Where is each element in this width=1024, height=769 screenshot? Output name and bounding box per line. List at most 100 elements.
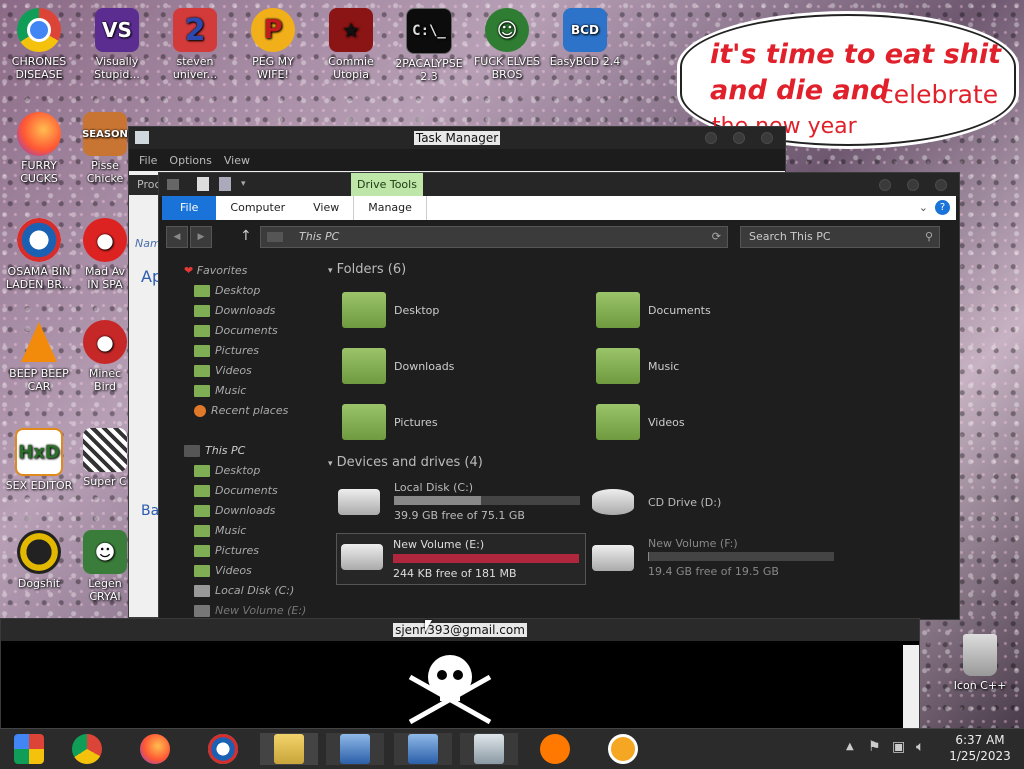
search-input[interactable]: Search This PC ⚲	[740, 226, 940, 248]
taskbar-avast[interactable]	[526, 733, 584, 765]
nav-fav-pictures[interactable]: Pictures	[194, 344, 259, 357]
nav-fav-recent[interactable]: Recent places	[194, 404, 288, 417]
nav-pc-desktop[interactable]: Desktop	[194, 464, 260, 477]
nav-favorites[interactable]: ❤ Favorites	[184, 264, 247, 277]
close-button[interactable]	[761, 132, 773, 144]
nav-pc-pictures[interactable]: Pictures	[194, 544, 259, 557]
desktop-icon-2pacalypse[interactable]: C:\_ 2PACALYPSE 2.3	[392, 8, 466, 83]
folder-pictures[interactable]: Pictures	[342, 404, 438, 440]
back-button[interactable]: ◀	[166, 226, 188, 248]
menu-view[interactable]: View	[220, 154, 254, 167]
desktop-icon-minecraft-bird[interactable]: ● Minec Bird	[80, 320, 130, 393]
taskbar-obama[interactable]	[194, 733, 252, 765]
tab-computer[interactable]: Computer	[216, 196, 299, 220]
desktop-icon-commie[interactable]: ★ Commie Utopia	[314, 8, 388, 81]
folders-section-header[interactable]: ▾ Folders (6)	[328, 262, 406, 277]
desktop-icon-vlc[interactable]: BEEP BEEP CAR	[2, 320, 76, 393]
drive-f[interactable]: New Volume (F:) 19.4 GB free of 19.5 GB	[592, 537, 838, 581]
desktop-icon-firefox[interactable]: FURRY CUCKS	[2, 112, 76, 185]
new-folder-icon[interactable]	[219, 177, 231, 191]
close-button[interactable]	[935, 179, 947, 191]
volume-icon[interactable]: 🔈︎	[916, 739, 924, 755]
desktop-icon-chrome[interactable]: CHRONES DISEASE	[2, 8, 76, 81]
nav-fav-desktop[interactable]: Desktop	[194, 284, 260, 297]
desktop-icon-obama[interactable]: OSAMA BIN LADEN BR...	[2, 218, 76, 291]
minimize-button[interactable]	[879, 179, 891, 191]
folder-videos[interactable]: Videos	[596, 404, 685, 440]
nav-pc-local-disk[interactable]: Local Disk (C:)	[194, 584, 294, 597]
taskbar-task-manager[interactable]	[460, 733, 518, 765]
up-arrow-icon[interactable]: ↑	[240, 228, 252, 244]
nav-fav-videos[interactable]: Videos	[194, 364, 252, 377]
taskbar-remote-app-1[interactable]	[326, 733, 384, 765]
chevron-down-icon[interactable]: ▾	[241, 179, 246, 189]
task-manager-titlebar[interactable]: Task Manager	[129, 127, 785, 149]
minimize-button[interactable]	[705, 132, 717, 144]
nav-pc-videos[interactable]: Videos	[194, 564, 252, 577]
avast-icon	[540, 734, 570, 764]
tab-file[interactable]: File	[162, 196, 217, 220]
help-icon[interactable]: ?	[935, 200, 950, 215]
folder-documents[interactable]: Documents	[596, 292, 711, 328]
desktop-icon-visual-studio[interactable]: VS Visually Stupid...	[80, 8, 154, 81]
task-manager-title: Task Manager	[413, 131, 501, 145]
nav-fav-music[interactable]: Music	[194, 384, 246, 397]
explorer-titlebar[interactable]: ▾	[159, 173, 959, 197]
desktop-icon-peggle[interactable]: P PEG MY WIFE!	[236, 8, 310, 81]
drive-e[interactable]: New Volume (E:) 244 KB free of 181 MB	[336, 533, 586, 585]
desktop-icon-game[interactable]: SEASON Pisse Chicke	[80, 112, 130, 185]
taskbar-chrome[interactable]	[58, 733, 116, 765]
desktop-icon-angry-birds-space[interactable]: ● Mad Av IN SPA	[80, 218, 130, 291]
tab-view[interactable]: View	[299, 196, 353, 220]
folder-downloads[interactable]: Downloads	[342, 348, 454, 384]
media-window-titlebar[interactable]: sjenn393@gmail.com	[1, 619, 919, 641]
media-window[interactable]: sjenn393@gmail.com	[0, 618, 920, 730]
menu-file[interactable]: File	[135, 154, 161, 167]
network-icon[interactable]: ▣	[892, 739, 905, 755]
desktop-icon-super[interactable]: Super C	[80, 428, 130, 488]
taskbar-file-explorer[interactable]	[260, 733, 318, 765]
desktop-icon-dogshit[interactable]: Dogshit	[2, 530, 76, 590]
desktop-icon-legend[interactable]: ☻ Legen CRYAI	[80, 530, 130, 603]
clock[interactable]: 6:37 AM 1/25/2023	[940, 732, 1020, 764]
devices-section-header[interactable]: ▾ Devices and drives (4)	[328, 455, 483, 470]
forward-button[interactable]: ▶	[190, 226, 212, 248]
ribbon-expand-icon[interactable]: ⌄	[919, 201, 928, 214]
menu-options[interactable]: Options	[165, 154, 215, 167]
desktop-icon-steven-universe[interactable]: 2 steven univer...	[158, 8, 232, 81]
flag-icon[interactable]: ⚑	[868, 739, 881, 755]
start-button[interactable]	[0, 733, 58, 765]
quick-access-icon[interactable]	[167, 179, 179, 190]
properties-icon[interactable]	[197, 177, 209, 191]
drive-c[interactable]: Local Disk (C:) 39.9 GB free of 75.1 GB	[338, 481, 584, 525]
folder-icon	[194, 345, 210, 357]
desktop-icon-easybcd[interactable]: BCD EasyBCD 2.4	[548, 8, 622, 68]
desktop-icon-hxd[interactable]: HxD SEX EDITOR	[2, 428, 76, 492]
show-hidden-icons-button[interactable]: ▲	[846, 741, 854, 752]
taskbar-security-app[interactable]	[594, 733, 652, 765]
maximize-button[interactable]	[907, 179, 919, 191]
desktop-icon-recycle-bin[interactable]: Icon C++	[940, 634, 1020, 692]
nav-pc-downloads[interactable]: Downloads	[194, 504, 275, 517]
nav-pc-documents[interactable]: Documents	[194, 484, 278, 497]
ribbon-tabs: File Computer View Manage ⌄ ?	[162, 196, 956, 220]
scrollbar[interactable]	[903, 645, 919, 729]
taskbar-firefox[interactable]	[126, 733, 184, 765]
address-bar[interactable]: This PC ⟳	[260, 226, 728, 248]
nav-pc-music[interactable]: Music	[194, 524, 246, 537]
maximize-button[interactable]	[733, 132, 745, 144]
folder-music[interactable]: Music	[596, 348, 679, 384]
nav-fav-documents[interactable]: Documents	[194, 324, 278, 337]
music-folder-icon	[596, 348, 640, 384]
nav-this-pc[interactable]: This PC	[184, 444, 245, 457]
desktop-icon-label: steven univer...	[172, 55, 218, 81]
taskbar-remote-app-2[interactable]	[394, 733, 452, 765]
nav-fav-downloads[interactable]: Downloads	[194, 304, 275, 317]
refresh-icon[interactable]: ⟳	[712, 230, 721, 243]
drive-d[interactable]: CD Drive (D:)	[592, 481, 838, 525]
folder-desktop[interactable]: Desktop	[342, 292, 439, 328]
desktop-icon-elf[interactable]: ☺ FUCK ELVES BROS	[470, 8, 544, 81]
tab-manage[interactable]: Manage	[353, 196, 427, 220]
nav-pc-new-volume[interactable]: New Volume (E:)	[194, 604, 306, 617]
pictures-folder-icon	[342, 404, 386, 440]
